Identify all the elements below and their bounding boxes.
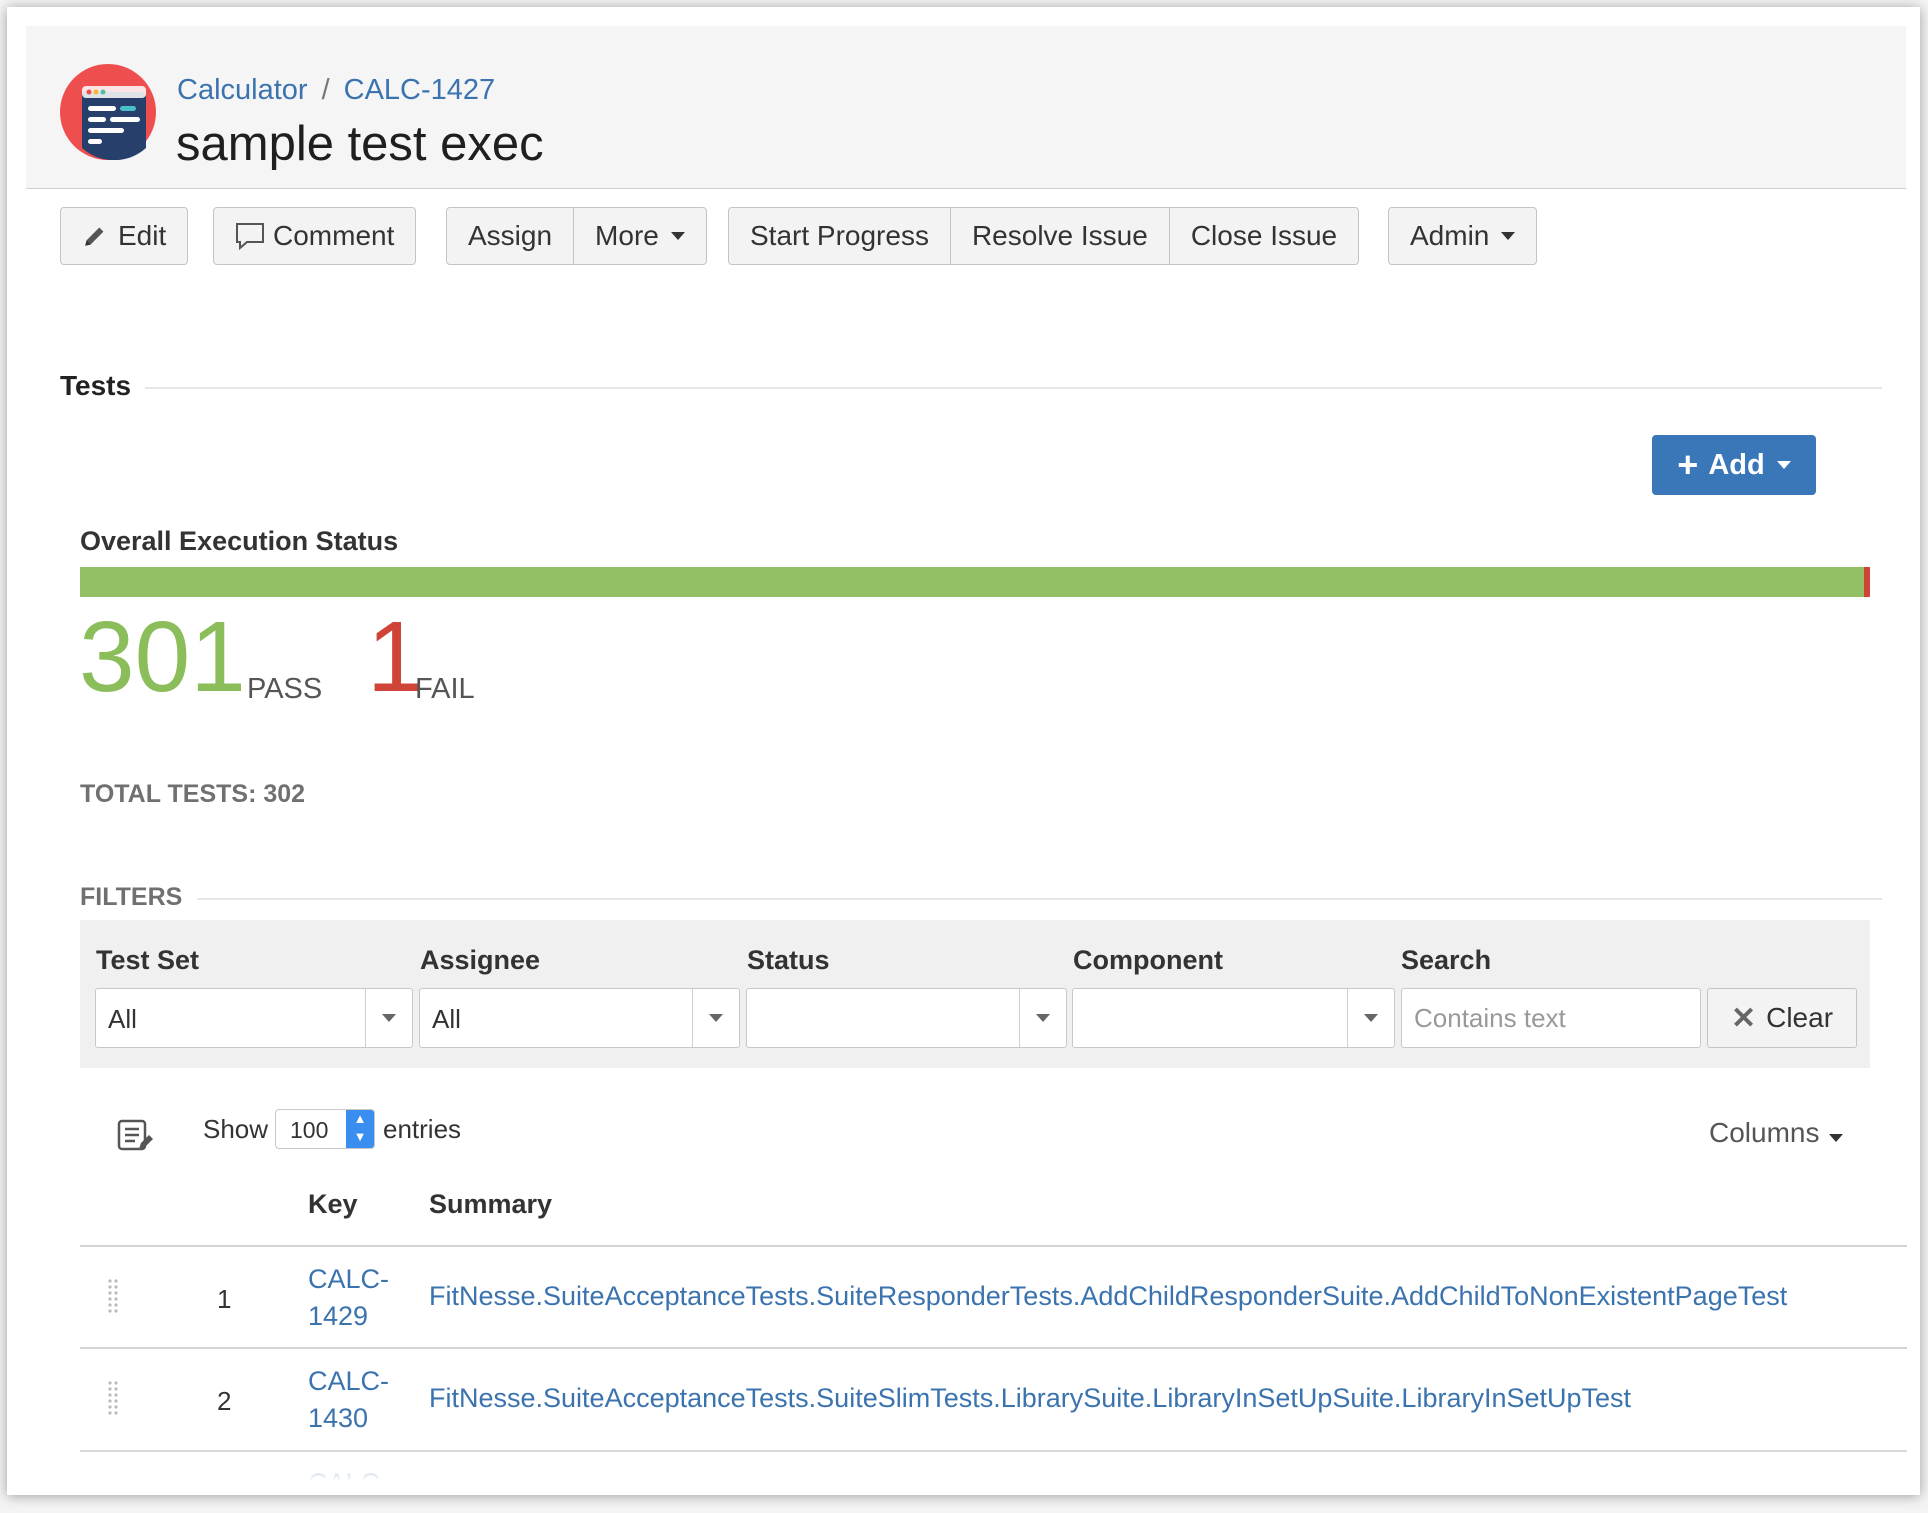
breadcrumb-issue-link[interactable]: CALC-1427 (344, 74, 496, 106)
test-summary-link[interactable]: FitNesse.SuiteAcceptanceTests.SuiteRespo… (429, 1281, 1787, 1312)
component-select[interactable] (1072, 988, 1395, 1048)
column-header-key[interactable]: Key (308, 1189, 358, 1220)
entries-per-page-select[interactable]: 100 ▲ ▼ (275, 1109, 375, 1149)
up-down-arrows-icon: ▲ ▼ (346, 1110, 374, 1148)
breadcrumb-project-link[interactable]: Calculator (177, 74, 308, 106)
chevron-down-icon (692, 989, 739, 1047)
test-set-value: All (108, 1004, 137, 1034)
status-label: Status (747, 945, 830, 975)
execution-progress-bar (80, 567, 1870, 597)
chevron-down-icon (1501, 232, 1516, 240)
chevron-down-icon (1776, 461, 1791, 469)
comment-button[interactable]: Comment (214, 208, 415, 264)
plus-icon: + (1677, 444, 1699, 485)
chevron-down-icon (670, 232, 685, 240)
drag-handle-icon[interactable] (106, 1379, 122, 1419)
clear-label: Clear (1766, 1002, 1834, 1033)
filters-divider (197, 898, 1882, 900)
status-select[interactable] (746, 988, 1067, 1048)
add-tests-button[interactable]: + Add (1652, 435, 1816, 495)
chevron-down-icon (1829, 1134, 1844, 1142)
resolve-issue-button[interactable]: Resolve Issue (951, 208, 1170, 264)
speech-bubble-icon (236, 223, 264, 250)
breadcrumb: Calculator / CALC-1427 (177, 74, 495, 107)
assign-button[interactable]: Assign (447, 208, 575, 264)
row-number: 1 (217, 1284, 232, 1314)
show-label: Show (203, 1114, 269, 1144)
chevron-down-icon (1347, 989, 1394, 1047)
add-label: Add (1708, 448, 1765, 481)
tests-section-title: Tests (60, 370, 132, 401)
pass-label: PASS (247, 673, 323, 705)
test-key-link[interactable]: CALC-1430 (308, 1363, 398, 1437)
more-label: More (595, 220, 659, 251)
search-label: Search (1401, 945, 1492, 975)
column-header-summary[interactable]: Summary (429, 1189, 552, 1220)
pencil-icon (85, 227, 104, 246)
edit-button-group: Edit (60, 207, 189, 265)
issue-window: Calculator / CALC-1427 sample test exec Ed… (7, 7, 1920, 1495)
row-number: 2 (217, 1386, 232, 1416)
edit-label: Edit (118, 220, 167, 251)
close-icon: ✕ (1730, 1001, 1757, 1035)
row-divider (80, 1347, 1907, 1349)
admin-dropdown-button[interactable]: Admin (1389, 208, 1536, 264)
close-issue-button[interactable]: Close Issue (1170, 208, 1358, 264)
section-divider (145, 387, 1882, 389)
entries-value: 100 (290, 1117, 329, 1143)
edit-button[interactable]: Edit (61, 208, 187, 264)
test-key-link[interactable]: CALC-1429 (308, 1261, 398, 1335)
chevron-down-icon (365, 989, 412, 1047)
chevron-down-icon (1019, 989, 1066, 1047)
project-avatar-icon[interactable] (60, 64, 156, 160)
columns-label: Columns (1709, 1117, 1820, 1148)
total-tests: TOTAL TESTS: 302 (80, 780, 306, 808)
table-header-divider (80, 1245, 1907, 1247)
test-summary-link[interactable]: FitNesse.SuiteAcceptanceTests.SuiteSlimT… (429, 1383, 1631, 1414)
component-label: Component (1073, 945, 1223, 975)
assignee-select[interactable]: All (419, 988, 740, 1048)
breadcrumb-separator: / (321, 74, 330, 106)
bottom-fade (7, 1447, 1920, 1495)
clear-filters-button[interactable]: ✕ Clear (1707, 988, 1857, 1048)
workflow-button-group: Start Progress Resolve Issue Close Issue (728, 207, 1360, 265)
execution-status-title: Overall Execution Status (80, 526, 399, 556)
filters-title: FILTERS (80, 883, 183, 911)
progress-fail-segment (1864, 567, 1870, 597)
comment-button-group: Comment (213, 207, 417, 265)
issue-header: Calculator / CALC-1427 sample test exec (26, 26, 1906, 189)
drag-handle-icon[interactable] (106, 1277, 122, 1317)
fail-label: FAIL (415, 673, 475, 705)
admin-button-group: Admin (1388, 207, 1538, 265)
assignee-value: All (432, 1004, 461, 1034)
pass-count: 301 (79, 601, 246, 713)
issue-title: sample test exec (176, 117, 544, 171)
test-set-label: Test Set (96, 945, 200, 975)
admin-label: Admin (1410, 220, 1490, 251)
search-input[interactable] (1401, 988, 1701, 1048)
more-dropdown-button[interactable]: More (574, 208, 706, 264)
assignee-label: Assignee (420, 945, 541, 975)
list-edit-icon[interactable] (117, 1117, 153, 1153)
comment-label: Comment (273, 220, 395, 251)
test-set-select[interactable]: All (95, 988, 413, 1048)
start-progress-button[interactable]: Start Progress (729, 208, 951, 264)
assign-more-group: Assign More (446, 207, 707, 265)
entries-label: entries (383, 1114, 462, 1144)
columns-dropdown-button[interactable]: Columns (1709, 1117, 1844, 1149)
